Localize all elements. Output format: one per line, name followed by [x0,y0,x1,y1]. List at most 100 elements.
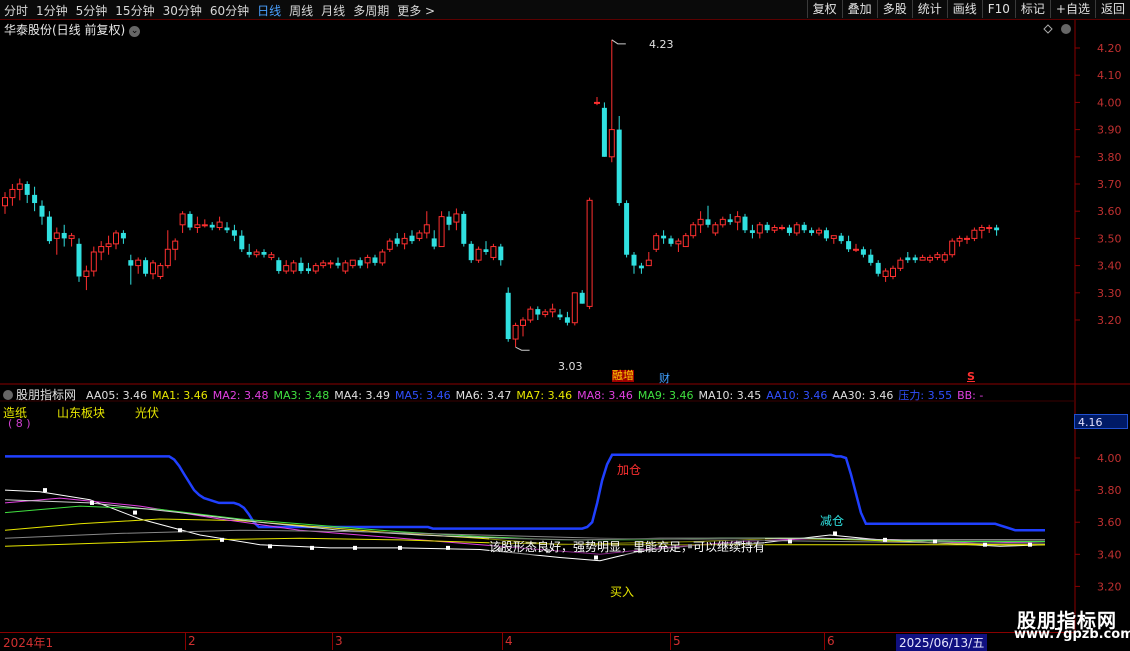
ma-marker-12 [594,555,598,560]
candle-body-126 [934,254,941,258]
candle-101 [749,224,755,239]
candle-134 [994,224,1000,236]
candle-33 [246,243,252,258]
candle-86 [638,262,644,274]
candle-108 [801,222,807,233]
candle-body-9 [68,235,75,239]
candle-25 [187,211,193,231]
signal-text: 该股形态良好，强势明显，里能充足，可以继续持有 [489,538,766,555]
current-date: 2025/06/13/五 [896,634,988,651]
candle-109 [809,227,815,236]
diamond-icon[interactable] [1043,24,1053,34]
ma-marker-2 [133,510,137,515]
s-badge: S [967,370,975,383]
candle-body-90 [668,238,674,244]
ma-marker-8 [398,545,402,550]
candle-103 [764,222,770,233]
indicator-value-8: MA8: 3.46 [577,389,633,402]
candle-body-5 [39,205,45,217]
candle-body-4 [32,194,38,204]
indicator-name-text: 股朋指标网 [16,388,77,402]
candle-42 [312,262,319,274]
candle-body-43 [320,262,327,267]
sub-tick-label-4: 3.20 [1097,580,1122,593]
candle-120 [890,265,896,280]
indicator-value-9: MA9: 3.46 [637,389,694,402]
candle-body-105 [779,227,785,230]
indicator-value-10: MA10: 3.45 [698,389,762,402]
sector-label-2[interactable]: 光伏 [135,406,159,420]
candle-15 [113,230,119,250]
candle-body-18 [135,259,142,267]
candle-26 [194,216,201,233]
ma-marker-4 [220,537,224,542]
ma-marker-19 [933,539,937,544]
candle-body-86 [638,265,644,269]
ma-line-4 [4,499,1045,541]
candle-27 [201,219,208,228]
candle-body-93 [690,224,697,237]
candle-body-79 [586,199,593,307]
candle-124 [919,254,926,261]
candle-body-102 [756,224,763,234]
candle-body-40 [298,262,304,272]
candle-107 [793,222,800,236]
indicator-value-12: AA30: 3.46 [832,389,894,402]
candle-46 [342,260,349,274]
candle-54 [401,232,408,250]
indicator-name[interactable]: 股朋指标网 [0,388,81,402]
candle-body-0 [2,197,8,207]
candle-5 [39,200,45,225]
candle-119 [882,268,889,282]
candle-121 [897,257,904,272]
candle-38 [283,260,290,274]
candle-body-21 [157,265,164,277]
candle-61 [453,208,460,231]
indicator-bar: 股朋指标网 AA05: 3.46 MA1: 3.46 MA2: 3.48 MA3: 3.… [0,386,1075,402]
candle-body-84 [624,203,630,255]
candle-body-61 [453,213,460,223]
candle-45 [335,257,341,269]
price-tick-label-5: 3.70 [1097,178,1122,191]
candle-body-19 [143,260,149,274]
sector-label-1[interactable]: 山东板块 [57,406,105,420]
candle-body-41 [305,268,311,272]
candle-34 [253,249,260,258]
candle-body-12 [90,251,97,272]
candle-body-22 [164,248,171,267]
candle-0 [2,192,8,214]
candle-133 [986,224,993,233]
candle-body-6 [46,216,52,242]
candle-51 [379,249,386,266]
candle-body-119 [882,270,889,277]
date-tick-5 [824,633,825,650]
candle-body-16 [120,232,126,239]
candle-body-51 [379,251,386,264]
candle-99 [734,211,741,231]
candle-body-72 [535,309,541,315]
candle-body-47 [349,259,356,267]
candle-7 [53,227,60,255]
chevron-circle-icon[interactable] [1061,24,1071,34]
candle-130 [964,235,970,244]
candle-body-95 [705,219,711,225]
candle-67 [498,243,504,266]
candle-104 [771,224,778,233]
candle-body-34 [253,251,260,256]
candle-24 [179,211,186,233]
candle-body-50 [372,257,378,263]
candle-52 [386,238,393,252]
chevron-down-icon[interactable] [3,390,13,400]
price-tick-label-2: 4.00 [1097,96,1122,109]
candle-body-25 [187,213,193,228]
date-tick-2 [332,633,333,650]
candle-58 [431,230,437,250]
candle-49 [364,254,371,269]
candle-body-59 [438,216,445,248]
candle-body-71 [527,308,534,321]
candle-115 [853,243,859,252]
indicator-value-3: MA3: 3.48 [273,389,330,402]
ma-marker-5 [268,544,272,549]
indicator-value-1: MA1: 3.46 [152,389,208,402]
candle-body-76 [564,317,570,323]
